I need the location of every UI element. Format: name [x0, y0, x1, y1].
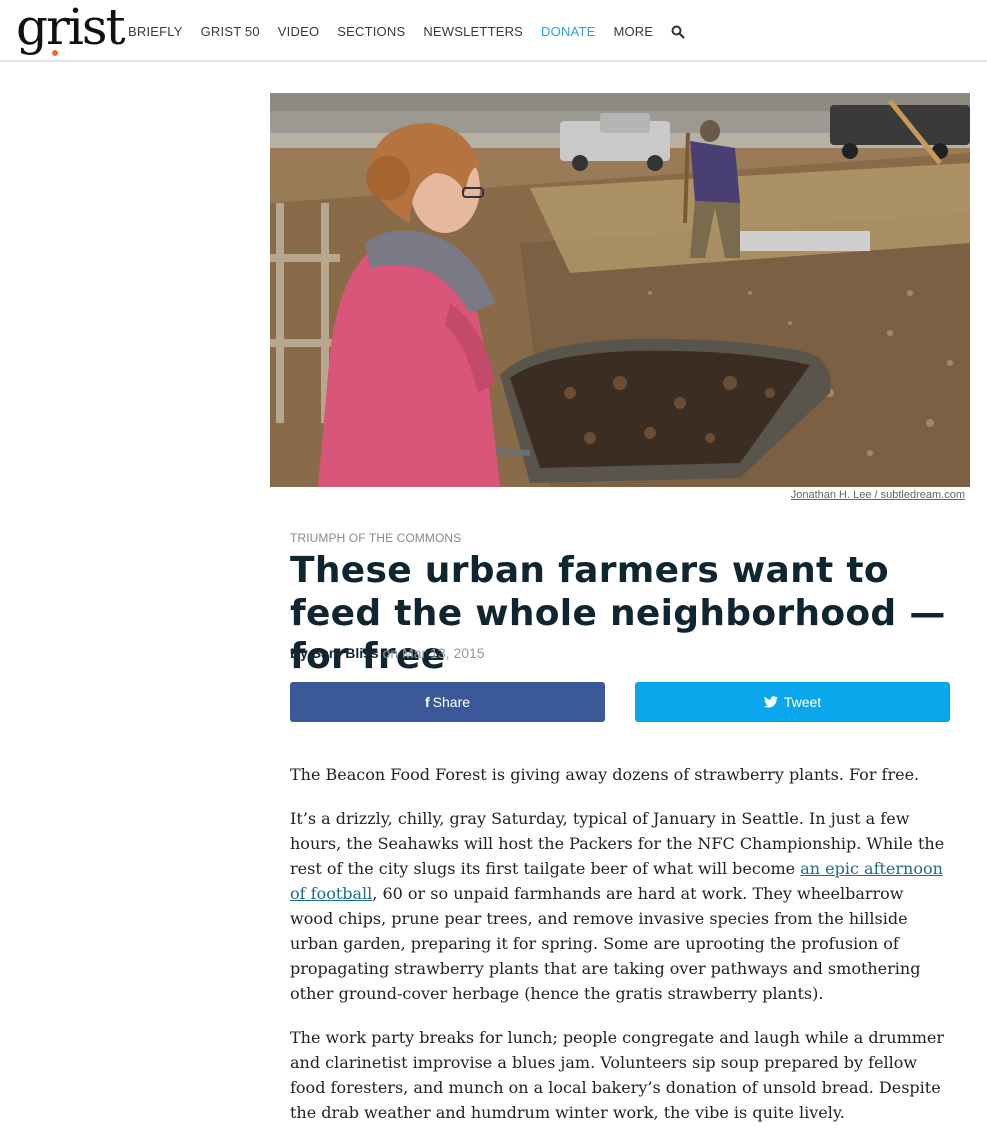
nav-sections[interactable]: SECTIONS — [337, 24, 405, 39]
logo-dot — [52, 50, 58, 56]
nav-more[interactable]: MORE — [613, 24, 653, 39]
facebook-share-label: Share — [432, 694, 471, 710]
publish-date: Mar 13, 2015 — [402, 645, 485, 661]
main-nav: BRIEFLY GRIST 50 VIDEO SECTIONS NEWSLETT… — [128, 24, 685, 39]
author-link[interactable]: Sam Bliss — [312, 645, 379, 661]
site-header: grist BRIEFLY GRIST 50 VIDEO SECTIONS NE… — [0, 0, 987, 62]
photo-credit-link[interactable]: Jonathan H. Lee / subtledream.com — [791, 489, 965, 501]
facebook-share-button[interactable]: f Share — [290, 682, 605, 722]
twitter-icon — [763, 696, 781, 708]
nav-donate[interactable]: DONATE — [541, 24, 595, 39]
nav-briefly[interactable]: BRIEFLY — [128, 24, 183, 39]
hero-image — [270, 93, 970, 487]
twitter-tweet-button[interactable]: Tweet — [635, 682, 950, 722]
article-byline: By Sam Bliss on Mar 13, 2015 — [290, 645, 485, 661]
paragraph-3: The work party breaks for lunch; people … — [290, 1028, 945, 1122]
paragraph-2-text-b: , 60 or so unpaid farmhands are hard at … — [290, 884, 921, 1003]
article-body: The Beacon Food Forest is giving away do… — [290, 762, 950, 1132]
nav-grist-50[interactable]: GRIST 50 — [201, 24, 260, 39]
paragraph-2: It’s a drizzly, chilly, gray Saturday, t… — [290, 806, 950, 1006]
twitter-tweet-label: Tweet — [783, 694, 822, 710]
byline-prefix: By — [290, 645, 312, 661]
article-kicker[interactable]: TRIUMPH OF THE COMMONS — [290, 531, 461, 545]
nav-video[interactable]: VIDEO — [278, 24, 319, 39]
grist-logo[interactable]: grist — [16, 2, 126, 52]
facebook-icon: f — [424, 694, 430, 710]
search-icon[interactable] — [671, 25, 685, 39]
nav-newsletters[interactable]: NEWSLETTERS — [423, 24, 523, 39]
byline-date-prefix: on — [378, 645, 403, 661]
paragraph-1: The Beacon Food Forest is giving away do… — [290, 765, 920, 784]
